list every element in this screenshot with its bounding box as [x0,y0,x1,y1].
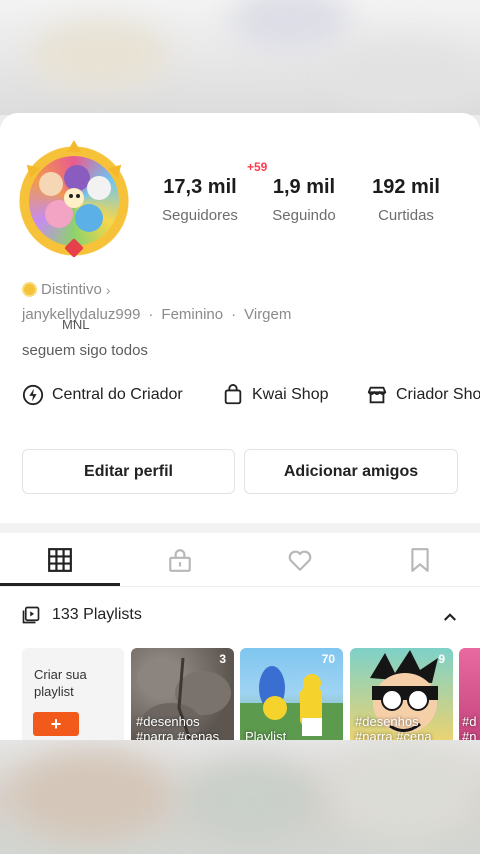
stat-likes[interactable]: 192 mil Curtidas [358,176,454,224]
badge-label: Distintivo [41,281,102,298]
playlist-count: 3 [219,652,226,666]
creator-shop-label: Criador Shop [396,386,480,403]
chevron-up-icon[interactable] [441,608,459,626]
create-playlist-button[interactable]: + [33,712,79,736]
playlist-icon [22,606,40,624]
tab-videos[interactable] [0,533,120,587]
followers-count: 17,3 mil [163,176,237,198]
add-friends-button[interactable]: Adicionar amigos [244,449,458,494]
content-tabs [0,533,480,587]
gender: Feminino [161,306,224,323]
stat-following[interactable]: 1,9 mil Seguindo [258,176,350,224]
playlist-count: 9 [438,652,445,666]
creator-center-label: Central do Criador [52,386,183,403]
playlist-thumb[interactable]: 9 #desenhos #narra #cena [350,648,453,748]
bookmark-icon [411,548,429,572]
tab-liked[interactable] [240,533,360,587]
blurred-background-top [0,0,480,115]
playlists-title: 133 Playlists [52,606,142,623]
playlist-thumb[interactable]: #d #n [459,648,480,748]
kwai-shop-label: Kwai Shop [252,386,329,403]
tab-private[interactable] [120,533,240,587]
stats-row: 17,3 mil Seguidores 1,9 mil Seguindo 192… [0,176,480,236]
overlay-label: MNL [62,317,90,332]
store-icon [367,386,387,404]
bolt-circle-icon [22,384,44,406]
chevron-right-icon: › [105,281,111,298]
kwai-shop-link[interactable]: Kwai Shop [222,384,329,406]
playlist-thumb[interactable]: 3 #desenhos #narra #cenas [131,648,234,748]
blurred-background-bottom [0,740,480,854]
badge-link[interactable]: Distintivo › [22,281,111,298]
playlists-header[interactable]: 133 Playlists [22,606,142,624]
following-count: 1,9 mil [272,176,336,198]
playlist-count: 70 [321,652,335,666]
following-label: Seguindo [272,207,336,224]
creator-shop-link[interactable]: Criador Shop [366,384,480,406]
badge-coin-icon [22,282,37,297]
create-playlist-card[interactable]: Criar sua playlist + [22,648,124,748]
grid-icon [48,548,72,572]
creator-center-link[interactable]: Central do Criador [22,384,183,406]
playlist-thumb[interactable]: 70 Playlist [240,648,343,748]
zodiac-sign: Virgem [244,306,292,323]
shopping-bag-icon [224,384,242,405]
tab-saved[interactable] [360,533,480,587]
heart-icon [288,550,312,571]
likes-label: Curtidas [378,207,434,224]
stat-followers[interactable]: 17,3 mil Seguidores [152,176,248,224]
followers-label: Seguidores [162,207,238,224]
creator-links: Central do Criador Kwai Shop Criador Sho… [22,384,480,412]
likes-count: 192 mil [372,176,440,198]
edit-profile-button[interactable]: Editar perfil [22,449,235,494]
create-playlist-label: Criar sua playlist [34,667,87,699]
section-divider [0,523,480,533]
bio: seguem sigo todos [22,342,148,359]
new-followers-badge: +59 [247,160,268,174]
lock-icon [169,549,191,572]
